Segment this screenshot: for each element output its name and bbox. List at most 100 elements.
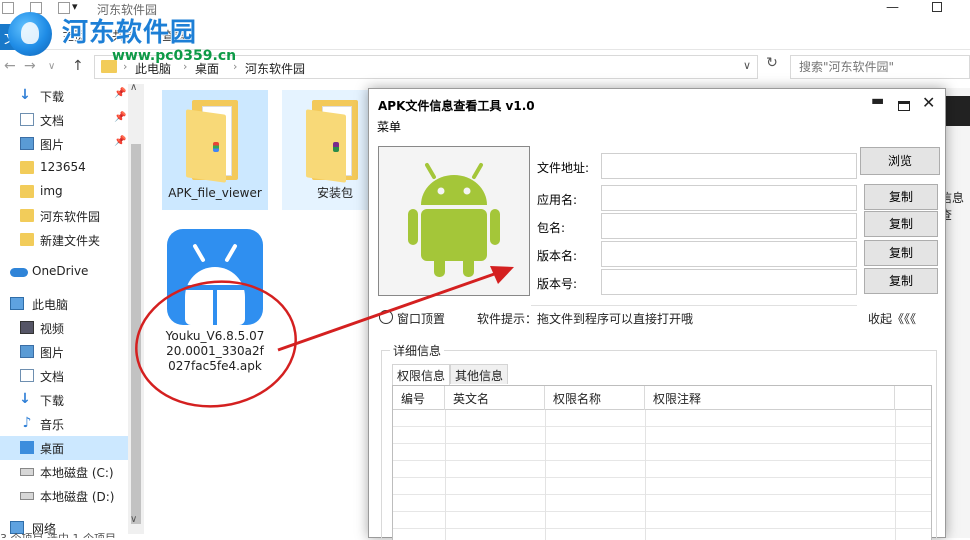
- nav-item-folder-img[interactable]: img: [0, 180, 128, 204]
- youku-app-icon: [167, 229, 263, 325]
- nav-item-documents-pc[interactable]: 文档: [0, 364, 128, 388]
- nav-item-downloads-pc[interactable]: ↓ 下载: [0, 388, 128, 412]
- permissions-table: 编号 英文名 权限名称 权限注释: [392, 385, 932, 540]
- file-name: APK_file_viewer: [168, 186, 262, 200]
- app-name-input[interactable]: [601, 185, 857, 211]
- nav-item-documents[interactable]: 文档 📌: [0, 108, 128, 132]
- folder-icon: [20, 161, 34, 174]
- file-tile-youku-apk[interactable]: Youku_V6.8.5.07 20.0001_330a2f 027fac5fe…: [162, 229, 268, 379]
- chevron-right-icon[interactable]: ›: [183, 60, 187, 73]
- back-arrow-icon[interactable]: ←: [4, 58, 16, 74]
- nav-item-drive-c[interactable]: 本地磁盘 (C:): [0, 460, 128, 484]
- maximize-icon[interactable]: [932, 2, 942, 12]
- tab-other-info[interactable]: 其他信息: [450, 364, 509, 384]
- pin-icon[interactable]: 📌: [114, 136, 126, 147]
- file-tile-apk-file-viewer[interactable]: APK_file_viewer: [162, 90, 268, 210]
- copy-app-name-button[interactable]: 复制: [864, 184, 938, 210]
- download-arrow-icon: ↓: [19, 391, 31, 407]
- scroll-down-icon[interactable]: ∨: [130, 514, 137, 525]
- menu-item-menu[interactable]: 菜单: [377, 118, 401, 135]
- scroll-up-icon[interactable]: ∧: [130, 82, 137, 93]
- desktop-icon: [20, 441, 34, 454]
- nav-item-music[interactable]: ♪ 音乐: [0, 412, 128, 436]
- explorer-window-title: 河东软件园: [97, 3, 158, 17]
- minimize-icon[interactable]: —: [886, 0, 899, 15]
- chevron-down-icon[interactable]: ∨: [743, 59, 751, 72]
- version-name-input[interactable]: [601, 241, 857, 267]
- ribbon-tab-share[interactable]: 共享: [112, 27, 136, 44]
- minimize-icon[interactable]: ▬: [871, 93, 884, 109]
- nav-item-pictures[interactable]: 图片 📌: [0, 132, 128, 156]
- nav-item-onedrive[interactable]: OneDrive: [0, 260, 128, 284]
- column-header-english-name[interactable]: 英文名: [445, 386, 545, 410]
- version-code-input[interactable]: [601, 269, 857, 295]
- quick-access-dropdown-icon[interactable]: ▾: [72, 0, 78, 13]
- chevron-right-icon[interactable]: ›: [233, 60, 237, 73]
- android-robot-icon: [408, 163, 500, 277]
- copy-package-button[interactable]: 复制: [864, 211, 938, 237]
- ribbon-tab-home[interactable]: 主页: [62, 27, 86, 44]
- breadcrumb-this-pc[interactable]: 此电脑: [135, 60, 171, 77]
- nav-item-downloads[interactable]: ↓ 下载 📌: [0, 84, 128, 108]
- document-icon: [20, 113, 34, 126]
- nav-item-this-pc[interactable]: 此电脑: [0, 292, 128, 316]
- topmost-label: 窗口顶置: [397, 312, 446, 326]
- topmost-radio[interactable]: [379, 310, 393, 324]
- package-input[interactable]: [601, 213, 857, 239]
- nav-item-desktop[interactable]: 桌面: [0, 436, 128, 460]
- quick-access-folder-icon[interactable]: [2, 2, 14, 14]
- file-path-input[interactable]: [601, 153, 857, 179]
- search-input[interactable]: [797, 58, 967, 76]
- explorer-titlebar: ▾ 河东软件园 —: [0, 0, 970, 18]
- column-header-permission-note[interactable]: 权限注释: [645, 386, 895, 410]
- nav-item-folder-new[interactable]: 新建文件夹: [0, 228, 128, 252]
- up-arrow-icon[interactable]: ↑: [72, 58, 84, 74]
- nav-item-pictures-pc[interactable]: 图片: [0, 340, 128, 364]
- breadcrumb-desktop[interactable]: 桌面: [195, 60, 219, 77]
- browse-button[interactable]: 浏览: [860, 147, 940, 175]
- search-box[interactable]: [790, 55, 970, 79]
- collapse-link[interactable]: 收起《《《: [868, 310, 916, 327]
- nav-scrollbar[interactable]: ∧ ∨: [128, 82, 144, 534]
- maximize-icon[interactable]: [898, 101, 910, 111]
- column-divider: [645, 410, 646, 540]
- folder-icon: [101, 60, 117, 73]
- scroll-thumb[interactable]: [131, 144, 141, 524]
- chevron-right-icon[interactable]: ›: [123, 60, 127, 73]
- breadcrumb-current-folder[interactable]: 河东软件园: [245, 60, 305, 77]
- refresh-icon[interactable]: ↻: [762, 55, 782, 77]
- recent-locations-icon[interactable]: ∨: [48, 61, 55, 72]
- nav-item-label: 图片: [40, 138, 65, 152]
- forward-arrow-icon[interactable]: →: [24, 58, 36, 74]
- ribbon-file-tab[interactable]: 文件: [0, 24, 40, 50]
- download-arrow-icon: ↓: [19, 87, 31, 103]
- nav-item-label: 本地磁盘 (C:): [40, 466, 114, 480]
- nav-item-label: 本地磁盘 (D:): [40, 490, 115, 504]
- column-divider: [445, 410, 446, 540]
- ribbon-tab-view[interactable]: 查看: [162, 27, 186, 44]
- column-header-number[interactable]: 编号: [393, 386, 445, 410]
- tab-permissions[interactable]: 权限信息: [392, 364, 451, 385]
- nav-item-drive-d[interactable]: 本地磁盘 (D:): [0, 484, 128, 508]
- pin-icon[interactable]: 📌: [114, 112, 126, 123]
- address-box[interactable]: › 此电脑 › 桌面 › 河东软件园 ∨: [94, 55, 758, 79]
- picture-icon: [20, 137, 34, 150]
- close-icon[interactable]: ✕: [922, 93, 935, 112]
- nav-item-label: 此电脑: [32, 298, 69, 312]
- file-name-line: 027fac5fe4.apk: [168, 359, 262, 373]
- nav-item-label: 文档: [40, 114, 65, 128]
- quick-access-new-folder-icon[interactable]: [58, 2, 70, 14]
- column-header-permission-name[interactable]: 权限名称: [545, 386, 645, 410]
- table-header: 编号 英文名 权限名称 权限注释: [393, 386, 931, 410]
- nav-item-folder-hedong[interactable]: 河东软件园: [0, 204, 128, 228]
- quick-access-properties-icon[interactable]: [30, 2, 42, 14]
- nav-item-folder-123654[interactable]: 123654: [0, 156, 128, 180]
- version-code-label: 版本号:: [537, 277, 578, 291]
- pin-icon[interactable]: 📌: [114, 88, 126, 99]
- nav-item-label: 123654: [40, 160, 86, 174]
- copy-version-name-button[interactable]: 复制: [864, 240, 938, 266]
- details-legend: 详细信息: [390, 342, 445, 359]
- nav-item-label: 河东软件园: [40, 210, 101, 224]
- copy-version-code-button[interactable]: 复制: [864, 268, 938, 294]
- nav-item-videos[interactable]: 视频: [0, 316, 128, 340]
